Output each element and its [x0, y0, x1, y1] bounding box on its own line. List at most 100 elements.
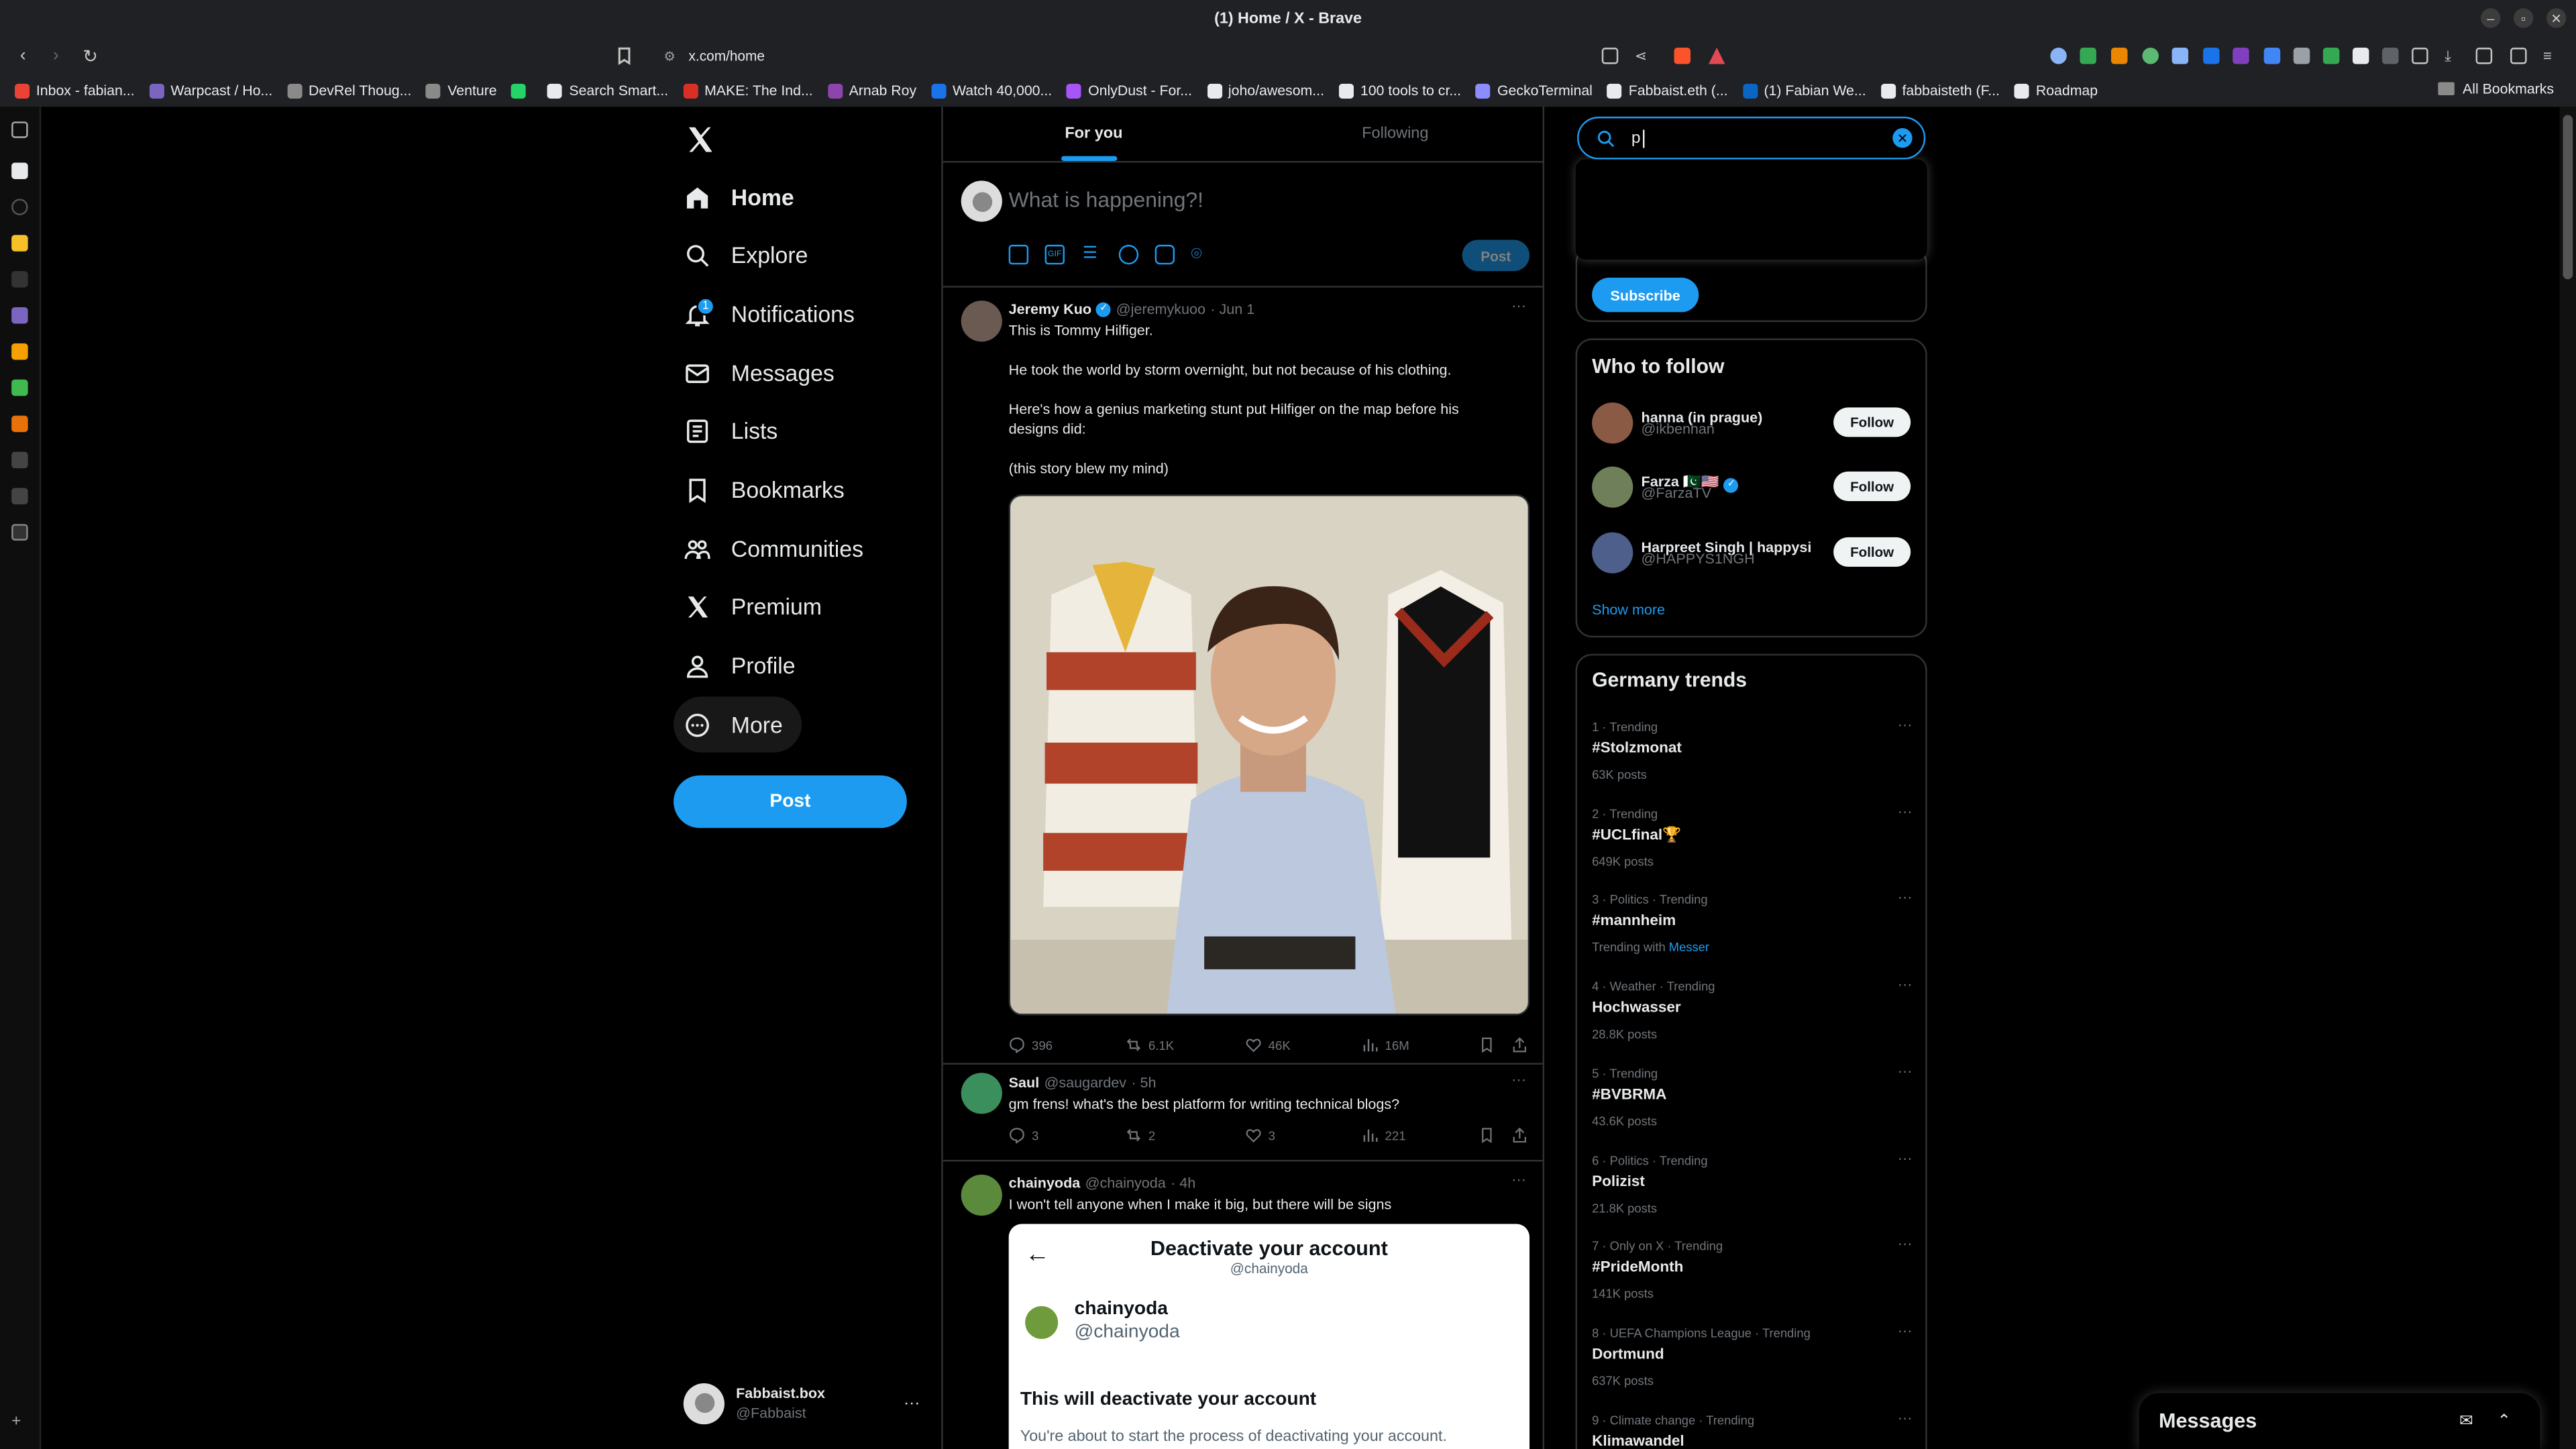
trend-name[interactable]: #UCLfinal🏆: [1592, 826, 1681, 844]
app-icon[interactable]: [11, 307, 28, 324]
more-options-icon[interactable]: ···: [1898, 1322, 1913, 1338]
bookmark-icon[interactable]: [1479, 1036, 1501, 1053]
trend-name[interactable]: Polizist: [1592, 1172, 1645, 1188]
app-icon[interactable]: [11, 271, 28, 288]
back-icon[interactable]: ‹: [8, 41, 38, 70]
more-options-icon[interactable]: ···: [1898, 1236, 1913, 1252]
trend-name[interactable]: #mannheim: [1592, 912, 1676, 928]
repost-button[interactable]: 6.1K: [1126, 1036, 1174, 1053]
bookmark-item[interactable]: Watch 40,000...: [931, 82, 1052, 99]
suggestion-handle[interactable]: @HAPPYS1NGH: [1642, 550, 1755, 566]
share-icon[interactable]: ⋖: [1635, 48, 1651, 64]
trend-item[interactable]: 5 · Trending #BVBRMA 43.6K posts ···: [1577, 1063, 1925, 1144]
bookmark-item[interactable]: 100 tools to cr...: [1339, 82, 1461, 99]
composer-post-button[interactable]: Post: [1462, 239, 1530, 272]
tweet-author-name[interactable]: Jeremy Kuo: [1009, 301, 1091, 317]
composer-input[interactable]: What is happening?!: [1009, 187, 1203, 212]
scrollbar-thumb[interactable]: [2563, 115, 2573, 280]
reply-button[interactable]: 396: [1009, 1036, 1053, 1053]
trend-item[interactable]: 1 · Trending #Stolzmonat 63K posts ···: [1577, 716, 1925, 798]
suggestion-handle[interactable]: @FarzaTV: [1642, 484, 1712, 500]
reload-icon[interactable]: ↻: [76, 41, 105, 70]
more-options-icon[interactable]: ···: [1511, 1171, 1526, 1187]
bookmark-item[interactable]: OnlyDust - For...: [1067, 82, 1192, 99]
x-logo-icon[interactable]: [684, 123, 716, 156]
bookmark-item[interactable]: [511, 83, 533, 98]
suggestion-handle[interactable]: @ikbenhan: [1642, 421, 1715, 437]
forward-icon[interactable]: ›: [41, 41, 70, 70]
screen-share-icon[interactable]: [1601, 48, 1619, 64]
page-scrollbar[interactable]: [2559, 107, 2576, 1449]
more-options-icon[interactable]: ···: [1898, 976, 1913, 992]
poll-icon[interactable]: ☰: [1083, 245, 1102, 264]
trend-item[interactable]: 9 · Climate change · Trending Klimawandel…: [1577, 1409, 1925, 1449]
address-bar[interactable]: ⚙ x.com/home: [653, 41, 1739, 71]
bookmark-item[interactable]: Fabbaist.eth (...: [1607, 82, 1728, 99]
search-query[interactable]: p: [1631, 129, 1641, 147]
extension-icon[interactable]: [2322, 48, 2340, 64]
menu-icon[interactable]: ≡: [2543, 48, 2559, 64]
subscribe-button[interactable]: Subscribe: [1592, 277, 1699, 313]
media-icon[interactable]: [1008, 244, 1029, 265]
reply-button[interactable]: 3: [1009, 1127, 1038, 1144]
post-button[interactable]: Post: [674, 775, 907, 828]
bookmark-item[interactable]: Warpcast / Ho...: [149, 82, 272, 99]
trend-item[interactable]: 8 · UEFA Champions League · Trending Dort…: [1577, 1322, 1925, 1404]
bookmark-item[interactable]: GeckoTerminal: [1476, 82, 1593, 99]
extension-icon[interactable]: [2171, 48, 2189, 64]
views-button[interactable]: 16M: [1362, 1036, 1409, 1053]
new-message-icon[interactable]: ✉: [2459, 1412, 2473, 1430]
follow-button[interactable]: Follow: [1833, 537, 1911, 567]
follow-button[interactable]: Follow: [1833, 407, 1911, 437]
tweet-time[interactable]: · Jun 1: [1210, 301, 1254, 317]
expand-icon[interactable]: ⌃: [2497, 1412, 2511, 1430]
trend-name[interactable]: #BVBRMA: [1592, 1085, 1666, 1102]
bookmark-item[interactable]: Arnab Roy: [827, 82, 916, 99]
extensions-puzzle-icon[interactable]: [2412, 48, 2428, 64]
nav-item-profile[interactable]: Profile: [674, 637, 815, 693]
like-button[interactable]: 46K: [1245, 1036, 1291, 1053]
app-icon[interactable]: [11, 199, 28, 215]
trend-name[interactable]: Dortmund: [1592, 1345, 1664, 1361]
bookmark-item[interactable]: Search Smart...: [547, 82, 668, 99]
bookmark-page-icon[interactable]: [614, 46, 634, 66]
avatar[interactable]: [961, 1073, 1002, 1114]
tweet-image[interactable]: [1008, 494, 1530, 1016]
more-options-icon[interactable]: ···: [1898, 890, 1913, 906]
x-app-icon[interactable]: [11, 524, 28, 541]
extension-icon[interactable]: [2142, 48, 2159, 64]
messages-drawer[interactable]: Messages ✉ ⌃: [2139, 1393, 2540, 1449]
trend-item[interactable]: 6 · Politics · Trending Polizist 21.8K pos…: [1577, 1149, 1925, 1231]
tweet-author-handle[interactable]: @chainyoda: [1085, 1175, 1166, 1191]
app-icon[interactable]: [11, 451, 28, 468]
gif-icon[interactable]: GIF: [1044, 244, 1065, 265]
nav-item-explore[interactable]: Explore: [674, 227, 828, 282]
like-button[interactable]: 3: [1245, 1127, 1275, 1143]
avatar[interactable]: [1592, 532, 1633, 574]
trend-item[interactable]: 3 · Politics · Trending #mannheim Trending…: [1577, 890, 1925, 971]
extension-icon[interactable]: [2352, 48, 2369, 64]
extension-icon[interactable]: [2050, 48, 2067, 64]
extension-icon[interactable]: [2233, 48, 2249, 64]
clear-search-icon[interactable]: ✕: [1892, 128, 1913, 148]
bookmark-item[interactable]: fabbaisteth (F...: [1880, 82, 2000, 99]
tweet[interactable]: Saul @saugardev · 5h ··· gm frens! what'…: [943, 1065, 1543, 1162]
bookmark-item[interactable]: joho/awesom...: [1207, 82, 1324, 99]
app-icon[interactable]: [11, 415, 28, 433]
download-icon[interactable]: ⤓: [2445, 48, 2461, 64]
tweet-embedded-image[interactable]: ← Deactivate your account @chainyoda cha…: [1008, 1224, 1530, 1449]
more-options-icon[interactable]: ···: [1898, 803, 1913, 819]
close-window-icon[interactable]: ✕: [2546, 8, 2567, 28]
nav-item-home[interactable]: Home: [674, 169, 814, 225]
app-icon[interactable]: [11, 379, 28, 396]
maximize-icon[interactable]: ▫: [2513, 8, 2534, 28]
share-icon[interactable]: [1511, 1127, 1534, 1143]
avatar[interactable]: [1592, 466, 1633, 508]
avatar[interactable]: [1592, 402, 1633, 444]
nav-item-more[interactable]: More: [674, 696, 803, 753]
bookmark-icon[interactable]: [1479, 1127, 1501, 1144]
follow-suggestion[interactable]: Farza 🇵🇰🇺🇸 ✓ @FarzaTV Follow: [1577, 464, 1925, 513]
avatar[interactable]: [961, 1175, 1002, 1216]
bookmark-item[interactable]: Venture: [426, 82, 497, 99]
trend-name[interactable]: #PrideMonth: [1592, 1258, 1683, 1275]
